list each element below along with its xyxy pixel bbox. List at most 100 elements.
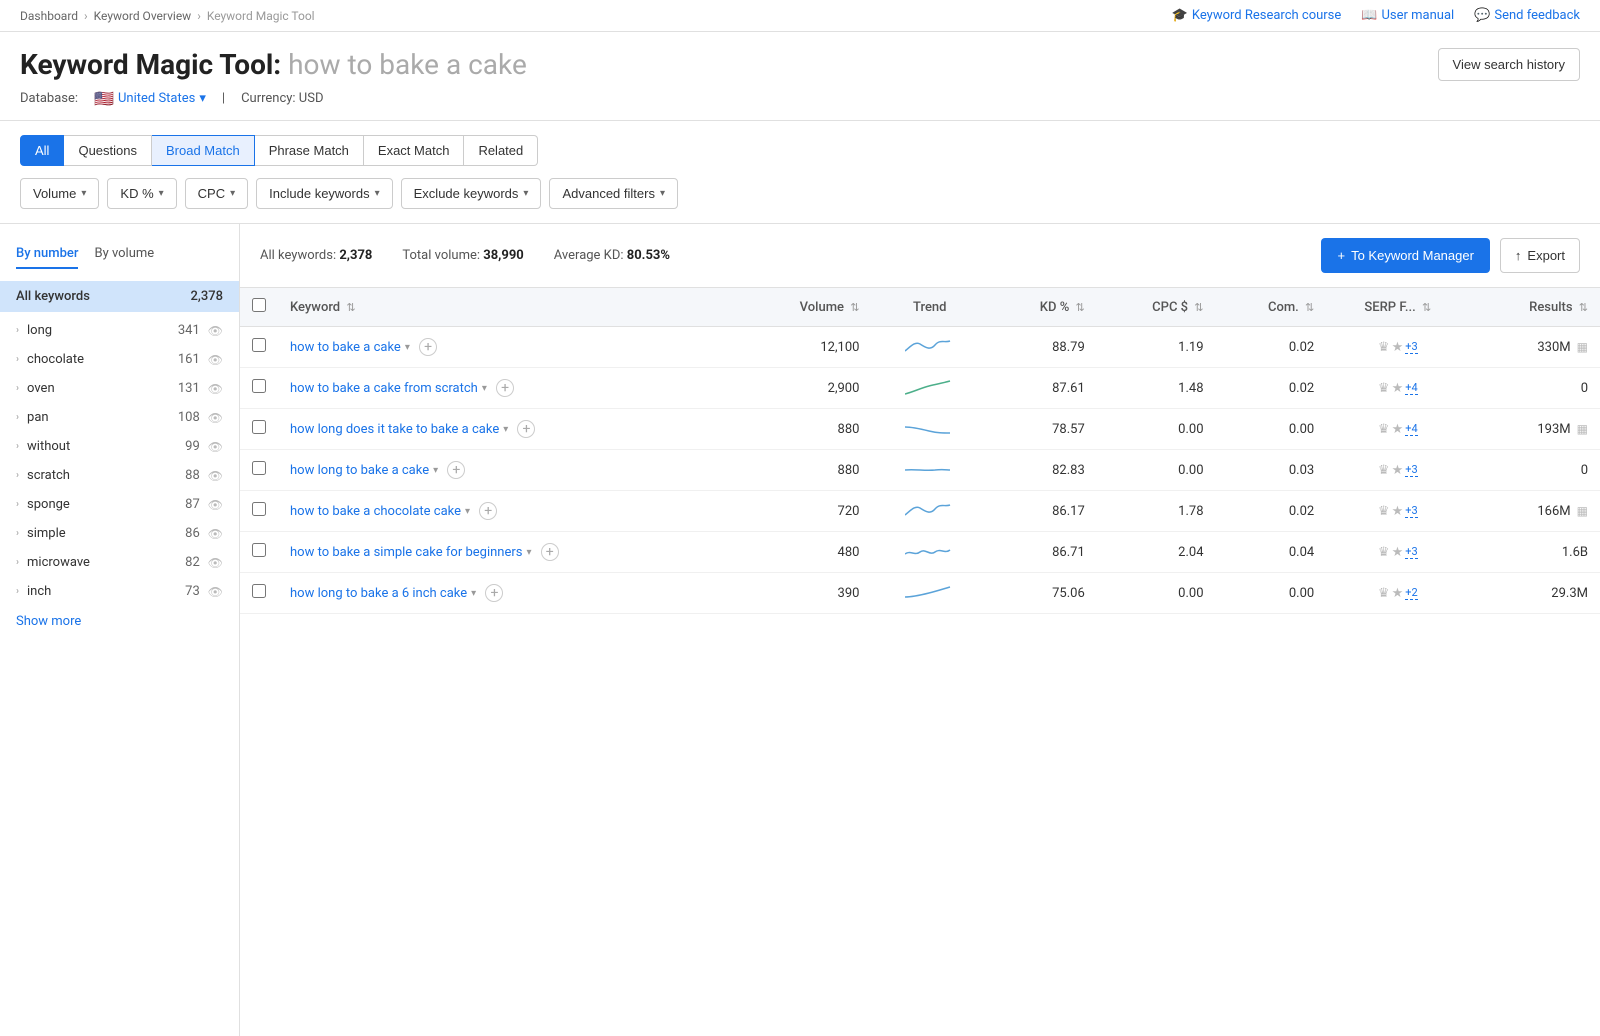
keyword-link[interactable]: how long does it take to bake a cake ▾ — [290, 422, 508, 437]
match-tabs: All Questions Broad Match Phrase Match E… — [20, 135, 1580, 166]
add-to-list-icon[interactable]: + — [496, 379, 514, 397]
expand-icon: › — [16, 325, 19, 336]
keyword-column-header[interactable]: Keyword ⇅ — [278, 288, 739, 327]
breadcrumb-keyword-overview[interactable]: Keyword Overview — [94, 9, 192, 23]
sidebar-tab-by-volume[interactable]: By volume — [94, 240, 154, 269]
to-keyword-manager-button[interactable]: + To Keyword Manager — [1321, 238, 1489, 273]
serp-column-header[interactable]: SERP F... ⇅ — [1326, 288, 1469, 327]
results-detail-icon[interactable]: ▦ — [1577, 504, 1588, 518]
add-to-list-icon[interactable]: + — [485, 584, 503, 602]
keyword-research-course-link[interactable]: 🎓 Keyword Research course — [1172, 8, 1342, 23]
keyword-link[interactable]: how long to bake a 6 inch cake ▾ — [290, 586, 476, 601]
keyword-link[interactable]: how to bake a chocolate cake ▾ — [290, 504, 470, 519]
tab-related[interactable]: Related — [464, 135, 538, 166]
user-manual-link[interactable]: 📖 User manual — [1361, 8, 1454, 23]
include-keywords-filter[interactable]: Include keywords ▾ — [256, 178, 392, 209]
cpc-column-header[interactable]: CPC $ ⇅ — [1097, 288, 1216, 327]
results-cell: 330M ▦ — [1469, 327, 1600, 368]
sidebar-tab-by-number[interactable]: By number — [16, 240, 78, 269]
eye-icon[interactable]: 👁 — [208, 353, 223, 367]
row-checkbox[interactable] — [252, 420, 266, 434]
keyword-link[interactable]: how long to bake a cake ▾ — [290, 463, 438, 478]
star-icon: ★ — [1392, 381, 1404, 396]
row-checkbox[interactable] — [252, 379, 266, 393]
tab-questions[interactable]: Questions — [64, 135, 152, 166]
sidebar-item[interactable]: › sponge 87 👁 — [0, 490, 239, 519]
tab-phrase-match[interactable]: Phrase Match — [255, 135, 364, 166]
serp-more-link[interactable]: +3 — [1405, 340, 1417, 354]
advanced-filters[interactable]: Advanced filters ▾ — [549, 178, 678, 209]
sidebar-all-keywords[interactable]: All keywords 2,378 — [0, 281, 239, 312]
row-checkbox[interactable] — [252, 584, 266, 598]
keyword-link[interactable]: how to bake a cake ▾ — [290, 340, 410, 355]
eye-icon[interactable]: 👁 — [208, 411, 223, 425]
tab-all[interactable]: All — [20, 135, 64, 166]
breadcrumb-dashboard[interactable]: Dashboard — [20, 9, 78, 23]
add-to-list-icon[interactable]: + — [517, 420, 535, 438]
sidebar-item[interactable]: › microwave 82 👁 — [0, 548, 239, 577]
row-checkbox[interactable] — [252, 338, 266, 352]
eye-icon[interactable]: 👁 — [208, 498, 223, 512]
sort-icon: ⇅ — [1076, 301, 1085, 314]
results-detail-icon[interactable]: ▦ — [1577, 422, 1588, 436]
sidebar-item[interactable]: › long 341 👁 — [0, 316, 239, 345]
cpc-cell: 0.00 — [1097, 409, 1216, 450]
volume-cell: 480 — [739, 532, 871, 573]
sidebar-item[interactable]: › scratch 88 👁 — [0, 461, 239, 490]
eye-icon[interactable]: 👁 — [208, 527, 223, 541]
row-checkbox[interactable] — [252, 543, 266, 557]
show-more-button[interactable]: Show more — [0, 606, 239, 637]
serp-more-link[interactable]: +2 — [1405, 586, 1417, 600]
com-column-header[interactable]: Com. ⇅ — [1216, 288, 1327, 327]
exclude-keywords-filter[interactable]: Exclude keywords ▾ — [401, 178, 542, 209]
eye-icon[interactable]: 👁 — [208, 440, 223, 454]
serp-more-link[interactable]: +3 — [1405, 545, 1417, 559]
chevron-down-icon: ▾ — [503, 424, 508, 435]
serp-more-link[interactable]: +4 — [1405, 422, 1417, 436]
serp-more-link[interactable]: +3 — [1405, 504, 1417, 518]
tab-broad-match[interactable]: Broad Match — [152, 135, 255, 166]
eye-icon[interactable]: 👁 — [208, 556, 223, 570]
sidebar-item[interactable]: › chocolate 161 👁 — [0, 345, 239, 374]
results-detail-icon[interactable]: ▦ — [1577, 340, 1588, 354]
sidebar-item[interactable]: › without 99 👁 — [0, 432, 239, 461]
add-to-list-icon[interactable]: + — [419, 338, 437, 356]
view-history-button[interactable]: View search history — [1438, 48, 1580, 81]
database-info: Database: 🇺🇸 United States ▾ | Currency:… — [20, 89, 527, 108]
tab-exact-match[interactable]: Exact Match — [364, 135, 465, 166]
sidebar-item[interactable]: › simple 86 👁 — [0, 519, 239, 548]
kd-column-header[interactable]: KD % ⇅ — [988, 288, 1097, 327]
kd-cell: 86.17 — [988, 491, 1097, 532]
add-to-list-icon[interactable]: + — [447, 461, 465, 479]
eye-icon[interactable]: 👁 — [208, 585, 223, 599]
keyword-link[interactable]: how to bake a cake from scratch ▾ — [290, 381, 487, 396]
keyword-link[interactable]: how to bake a simple cake for beginners … — [290, 545, 532, 560]
eye-icon[interactable]: 👁 — [208, 469, 223, 483]
row-checkbox[interactable] — [252, 502, 266, 516]
select-all-checkbox[interactable] — [252, 298, 266, 312]
sidebar-item[interactable]: › oven 131 👁 — [0, 374, 239, 403]
export-button[interactable]: ↑ Export — [1500, 238, 1580, 273]
chevron-down-icon: ▾ — [405, 342, 410, 353]
row-checkbox-cell — [240, 327, 278, 368]
cpc-cell: 1.19 — [1097, 327, 1216, 368]
send-feedback-link[interactable]: 💬 Send feedback — [1474, 8, 1580, 23]
eye-icon[interactable]: 👁 — [208, 324, 223, 338]
keyword-cell: how long does it take to bake a cake ▾ + — [278, 409, 739, 450]
sidebar-item[interactable]: › pan 108 👁 — [0, 403, 239, 432]
results-column-header[interactable]: Results ⇅ — [1469, 288, 1600, 327]
serp-more-link[interactable]: +3 — [1405, 463, 1417, 477]
database-selector[interactable]: 🇺🇸 United States ▾ — [94, 89, 206, 108]
row-checkbox-cell — [240, 368, 278, 409]
volume-column-header[interactable]: Volume ⇅ — [739, 288, 871, 327]
serp-more-link[interactable]: +4 — [1405, 381, 1417, 395]
row-checkbox[interactable] — [252, 461, 266, 475]
eye-icon[interactable]: 👁 — [208, 382, 223, 396]
add-to-list-icon[interactable]: + — [541, 543, 559, 561]
kd-filter[interactable]: KD % ▾ — [107, 178, 176, 209]
sidebar-item[interactable]: › inch 73 👁 — [0, 577, 239, 606]
table-row: how long to bake a cake ▾ + 880 82.83 0.… — [240, 450, 1600, 491]
add-to-list-icon[interactable]: + — [479, 502, 497, 520]
volume-filter[interactable]: Volume ▾ — [20, 178, 99, 209]
cpc-filter[interactable]: CPC ▾ — [185, 178, 248, 209]
